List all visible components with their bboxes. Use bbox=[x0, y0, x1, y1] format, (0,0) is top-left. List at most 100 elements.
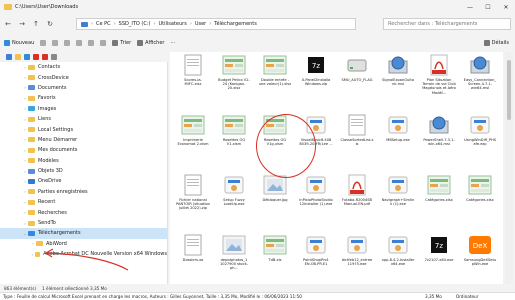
cut-button[interactable] bbox=[40, 40, 47, 46]
file-item[interactable]: Imprimerie Economat 2.xlsm bbox=[176, 114, 210, 146]
delete-button[interactable] bbox=[100, 40, 107, 46]
nav-item[interactable]: › Adobe Acrobat DC Nouvelle Version x64 W… bbox=[0, 249, 167, 259]
nav-item-label: Recherches bbox=[38, 209, 67, 216]
nav-item[interactable]: ⌄ Téléchargements bbox=[0, 228, 167, 239]
share-button[interactable] bbox=[88, 40, 95, 46]
file-name: Dossiers.xo bbox=[182, 258, 204, 262]
nav-item[interactable]: › Favoris bbox=[0, 93, 167, 103]
file-item[interactable]: Catégories.xlsx bbox=[422, 174, 456, 202]
file-item[interactable]: inPixioPhotoStudio12installer (1).exe bbox=[299, 174, 333, 206]
nav-item-label: Favoris bbox=[38, 95, 56, 102]
breadcrumb-pc[interactable]: Ce PC bbox=[96, 21, 111, 27]
more-button[interactable]: ··· bbox=[170, 40, 175, 46]
file-item[interactable]: dictfeb12_entree 11975.exe bbox=[340, 234, 374, 266]
folder-icon bbox=[28, 158, 35, 164]
file-item[interactable]: Budget Pelico V2-24 (Konigan-20.xlsx bbox=[217, 54, 251, 91]
sheet-file-icon bbox=[262, 54, 288, 76]
details-button[interactable]: Détails bbox=[483, 40, 509, 46]
file-name: Imprimerie Economat 2.xlsm bbox=[177, 138, 209, 147]
file-item[interactable]: Rosettes OG V1g.xlsm bbox=[258, 114, 292, 146]
sort-button[interactable]: Trier bbox=[112, 40, 131, 46]
check-icon[interactable] bbox=[42, 54, 48, 60]
nav-item[interactable]: › Liens bbox=[0, 114, 167, 124]
file-item[interactable]: Catégories.xlsx bbox=[463, 174, 497, 202]
nav-item[interactable]: › Contacts bbox=[0, 62, 167, 72]
file-item[interactable]: MBSetup.exe bbox=[381, 114, 415, 142]
file-item[interactable]: SMU_AUTO_FLAG bbox=[340, 54, 374, 82]
close-icon[interactable] bbox=[33, 54, 39, 60]
file-item[interactable]: UsingWinDiff_PHSafe.ezp bbox=[463, 114, 497, 146]
pc-icon[interactable] bbox=[6, 54, 12, 60]
copy-button[interactable] bbox=[52, 40, 59, 46]
file-item[interactable]: 7z X-Panel2installa Windows.zip bbox=[299, 54, 333, 86]
scrollbar[interactable] bbox=[505, 52, 513, 290]
file-item[interactable]: DeX SamsungDeXSetupWin.exe bbox=[463, 234, 497, 266]
file-item[interactable]: PaintShopPro1 EN.OB.PR.E1 bbox=[299, 234, 333, 266]
breadcrumb-user[interactable]: User bbox=[195, 21, 206, 27]
file-item[interactable]: 7z 7z2107-x64.exe bbox=[422, 234, 456, 262]
nav-item[interactable]: › Documents bbox=[0, 83, 167, 93]
file-item[interactable]: Setup Fuzzy LookUp.exe bbox=[217, 174, 251, 206]
nav-item[interactable]: › Recent bbox=[0, 197, 167, 207]
folder-icon bbox=[28, 168, 35, 174]
file-item[interactable]: PowerShell-7.3.1-win-x64.msi bbox=[422, 114, 456, 146]
file-item[interactable]: Double entrée - une valeur(1).xlsx bbox=[258, 54, 292, 86]
nav-item[interactable]: › Objets 3D bbox=[0, 166, 167, 176]
disk-file-icon bbox=[467, 54, 493, 76]
nav-item[interactable]: › Recherches bbox=[0, 207, 167, 217]
chevron-icon[interactable]: › bbox=[30, 252, 35, 257]
nav-item[interactable]: › Local Settings bbox=[0, 124, 167, 134]
file-item[interactable]: Scores-ia-MIFC.xlsx bbox=[176, 54, 210, 86]
file-item[interactable]: Rosettes OG V1.xlsm bbox=[217, 114, 251, 146]
maximize-button[interactable]: ☐ bbox=[479, 0, 497, 14]
up-arrow-icon[interactable]: ↑ bbox=[30, 18, 42, 30]
share-icon bbox=[88, 40, 95, 46]
scroll-thumb[interactable] bbox=[507, 60, 511, 120]
nav-item[interactable]: › OneDrive bbox=[0, 176, 167, 186]
file-item[interactable]: npp.8.4.2.Installer x64.exe bbox=[381, 234, 415, 266]
nav-item-label: Recent bbox=[38, 199, 56, 206]
file-item[interactable]: SignalExpanGuito nk.msi bbox=[381, 54, 415, 86]
paste-button[interactable] bbox=[64, 40, 71, 46]
refresh-icon[interactable]: ↻ bbox=[44, 18, 56, 30]
nav-item[interactable]: › SendTo bbox=[0, 218, 167, 228]
file-item[interactable]: Débloquer.jpg bbox=[258, 174, 292, 202]
forward-arrow-icon[interactable]: → bbox=[16, 18, 28, 30]
file-item[interactable]: Navigraph+Simlink (1).exe bbox=[381, 174, 415, 206]
breadcrumb-users[interactable]: Utilisateurs bbox=[159, 21, 187, 27]
folder-icon[interactable] bbox=[15, 54, 21, 60]
onedrive-icon[interactable] bbox=[24, 54, 30, 60]
address-bar[interactable]: › Ce PC › SSD_ITO (C:) › Utilisateurs › … bbox=[76, 18, 356, 30]
status-bar: 863 élément(s) 1 élément sélectionné 3,3… bbox=[0, 284, 515, 292]
file-name: Catégories.xlsx bbox=[466, 198, 494, 202]
nav-item[interactable]: › Modèles bbox=[0, 156, 167, 166]
file-item[interactable]: Easy_Connection_Screen-4.7.1-win64.msi bbox=[463, 54, 497, 91]
file-item[interactable]: TdB.xls bbox=[258, 234, 292, 262]
view-button[interactable]: Afficher bbox=[137, 40, 164, 46]
exe-file-icon bbox=[303, 114, 329, 136]
search-input[interactable]: Rechercher dans : Téléchargements bbox=[383, 18, 511, 30]
file-item[interactable]: Futaba-R2004SB Manual-EN.pdf bbox=[340, 174, 374, 206]
nav-item[interactable]: › Mes documents bbox=[0, 145, 167, 155]
file-name: SamsungDeXSetupWin.exe bbox=[463, 258, 497, 267]
breadcrumb-downloads[interactable]: Téléchargements bbox=[214, 21, 257, 27]
new-button[interactable]: Nouveau bbox=[4, 40, 34, 46]
nav-item[interactable]: › AbiWord bbox=[0, 239, 167, 249]
minimize-button[interactable]: — bbox=[461, 0, 479, 14]
back-arrow-icon[interactable]: ← bbox=[2, 18, 14, 30]
nav-item[interactable]: › Menu Démarrer bbox=[0, 135, 167, 145]
rename-button[interactable] bbox=[76, 40, 83, 46]
file-item[interactable]: Fichier national PANTOIR (situation juil… bbox=[176, 174, 210, 211]
grid-icon[interactable] bbox=[51, 54, 57, 60]
file-item[interactable]: ClasseSortedList.xls bbox=[340, 114, 374, 146]
breadcrumb-drive[interactable]: SSD_ITO (C:) bbox=[119, 21, 151, 27]
file-item[interactable]: Plan Situation Terrain de vol Club Magdu… bbox=[422, 54, 456, 95]
exe-file-icon bbox=[385, 174, 411, 196]
file-item[interactable]: VisualBasic6.408 8039-20-FR(Lee ... bbox=[299, 114, 333, 146]
file-item[interactable]: depotphotos_1 1027900 stock-ph... bbox=[217, 234, 251, 271]
nav-item[interactable]: › Parties enregistrées bbox=[0, 187, 167, 197]
nav-item[interactable]: › Images bbox=[0, 104, 167, 114]
nav-item[interactable]: › CrossDevice bbox=[0, 72, 167, 82]
file-item[interactable]: Dossiers.xo bbox=[176, 234, 210, 262]
close-button[interactable]: ✕ bbox=[497, 0, 515, 14]
